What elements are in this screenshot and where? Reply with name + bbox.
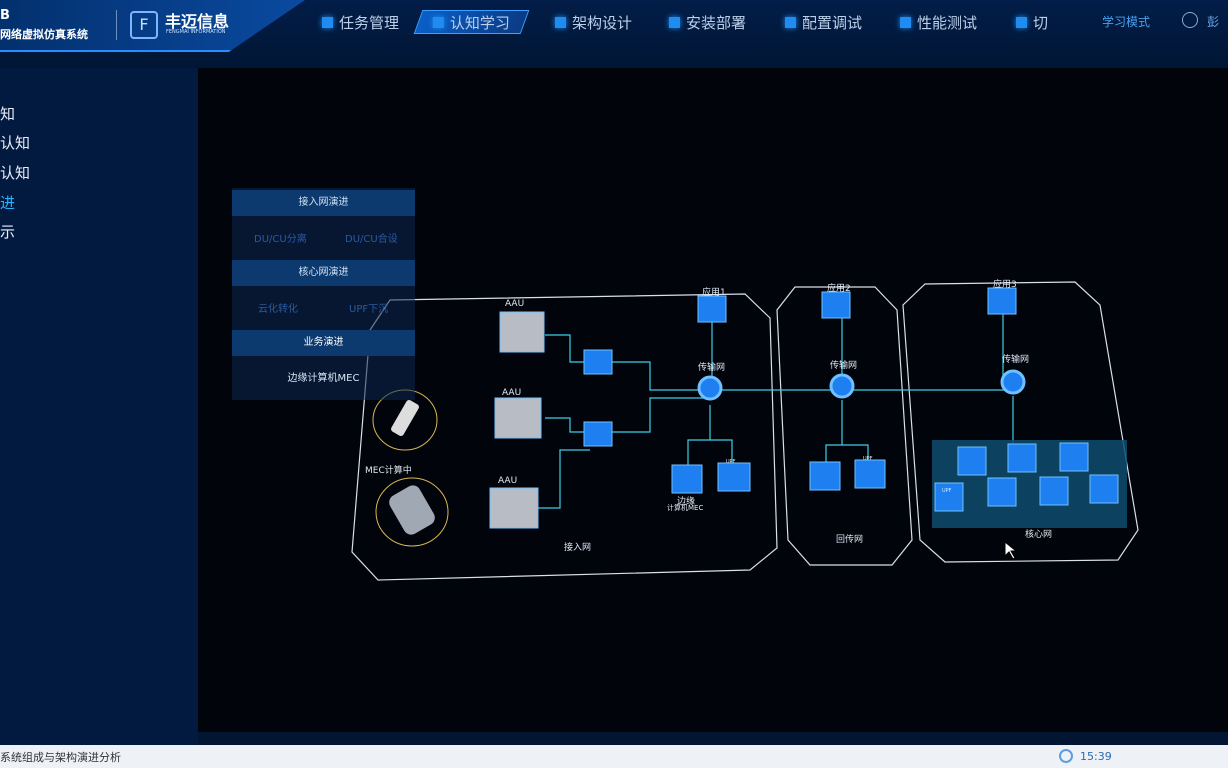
- option-cloudification[interactable]: 云化转化: [258, 300, 298, 315]
- core-nf-icon: [1007, 443, 1037, 473]
- aau-label: AAU: [505, 299, 525, 309]
- mec-server-icon: [671, 464, 703, 494]
- transport-label: 传输网: [1002, 355, 1030, 365]
- zone-backhaul-border: [776, 286, 913, 566]
- zone-label-access: 接入网: [564, 543, 592, 553]
- upf-icon: [717, 462, 751, 492]
- clock-icon: [1059, 749, 1073, 763]
- aau-antenna-icon: [494, 397, 542, 439]
- app-server-icon: [697, 295, 727, 323]
- zone-label-core: 核心网: [1025, 530, 1053, 540]
- transport-node-icon: [829, 373, 855, 399]
- transport-label: 传输网: [830, 361, 858, 371]
- upf-tag: UPF: [942, 488, 952, 494]
- evolution-panel: 接入网演进 DU/CU分离 DU/CU合设 核心网演进 云化转化 UPF下沉 业…: [232, 188, 415, 400]
- upf-tag: UPF: [726, 459, 736, 465]
- core-nf-icon: [1039, 476, 1069, 506]
- app-server-icon: [987, 287, 1017, 315]
- zone-label-backhaul: 回传网: [836, 535, 864, 545]
- core-nf-icon: [1059, 442, 1089, 472]
- core-nf-icon: [957, 446, 987, 476]
- status-text: 系统组成与架构演进分析: [0, 751, 121, 764]
- option-du-cu-split[interactable]: DU/CU分离: [254, 230, 307, 245]
- edge-label: 计算机MEC: [667, 504, 704, 512]
- app-server-icon: [821, 291, 851, 319]
- network-diagram: [351, 281, 1139, 581]
- status-time: 15:39: [1080, 750, 1112, 763]
- app-label: 应用2: [827, 284, 851, 294]
- aau-antenna-icon: [489, 487, 539, 529]
- transport-node-icon: [697, 375, 723, 401]
- app-label: 应用3: [993, 280, 1017, 290]
- section-core-evolution[interactable]: 核心网演进: [232, 260, 415, 286]
- core-nf-icon: [1089, 474, 1119, 504]
- core-nf-icon: [987, 477, 1017, 507]
- status-bar: 系统组成与架构演进分析 15:39: [0, 745, 1228, 768]
- mec-label: MEC计算中: [365, 466, 412, 476]
- aau-label: AAU: [502, 388, 522, 398]
- section-service-evolution[interactable]: 业务演进: [232, 330, 415, 356]
- aau-antenna-icon: [499, 311, 545, 353]
- option-mec[interactable]: 边缘计算机MEC: [232, 369, 415, 384]
- option-du-cu-merge[interactable]: DU/CU合设: [345, 230, 398, 245]
- phone-icon: [391, 400, 419, 436]
- section-access-evolution[interactable]: 接入网演进: [232, 190, 415, 216]
- upf-tag: UPF: [863, 456, 873, 462]
- transport-label: 传输网: [698, 363, 726, 373]
- switch-icon: [583, 349, 613, 375]
- mouse-cursor-icon: [1004, 540, 1018, 560]
- zone-access-border: [351, 293, 778, 581]
- transport-node-icon: [1000, 369, 1026, 395]
- option-upf-sink[interactable]: UPF下沉: [349, 300, 388, 315]
- aau-label: AAU: [498, 476, 518, 486]
- router-icon: [809, 461, 841, 491]
- car-icon: [389, 485, 435, 535]
- switch-icon: [583, 421, 613, 447]
- app-label: 应用1: [702, 288, 726, 298]
- upf-icon: [854, 459, 886, 489]
